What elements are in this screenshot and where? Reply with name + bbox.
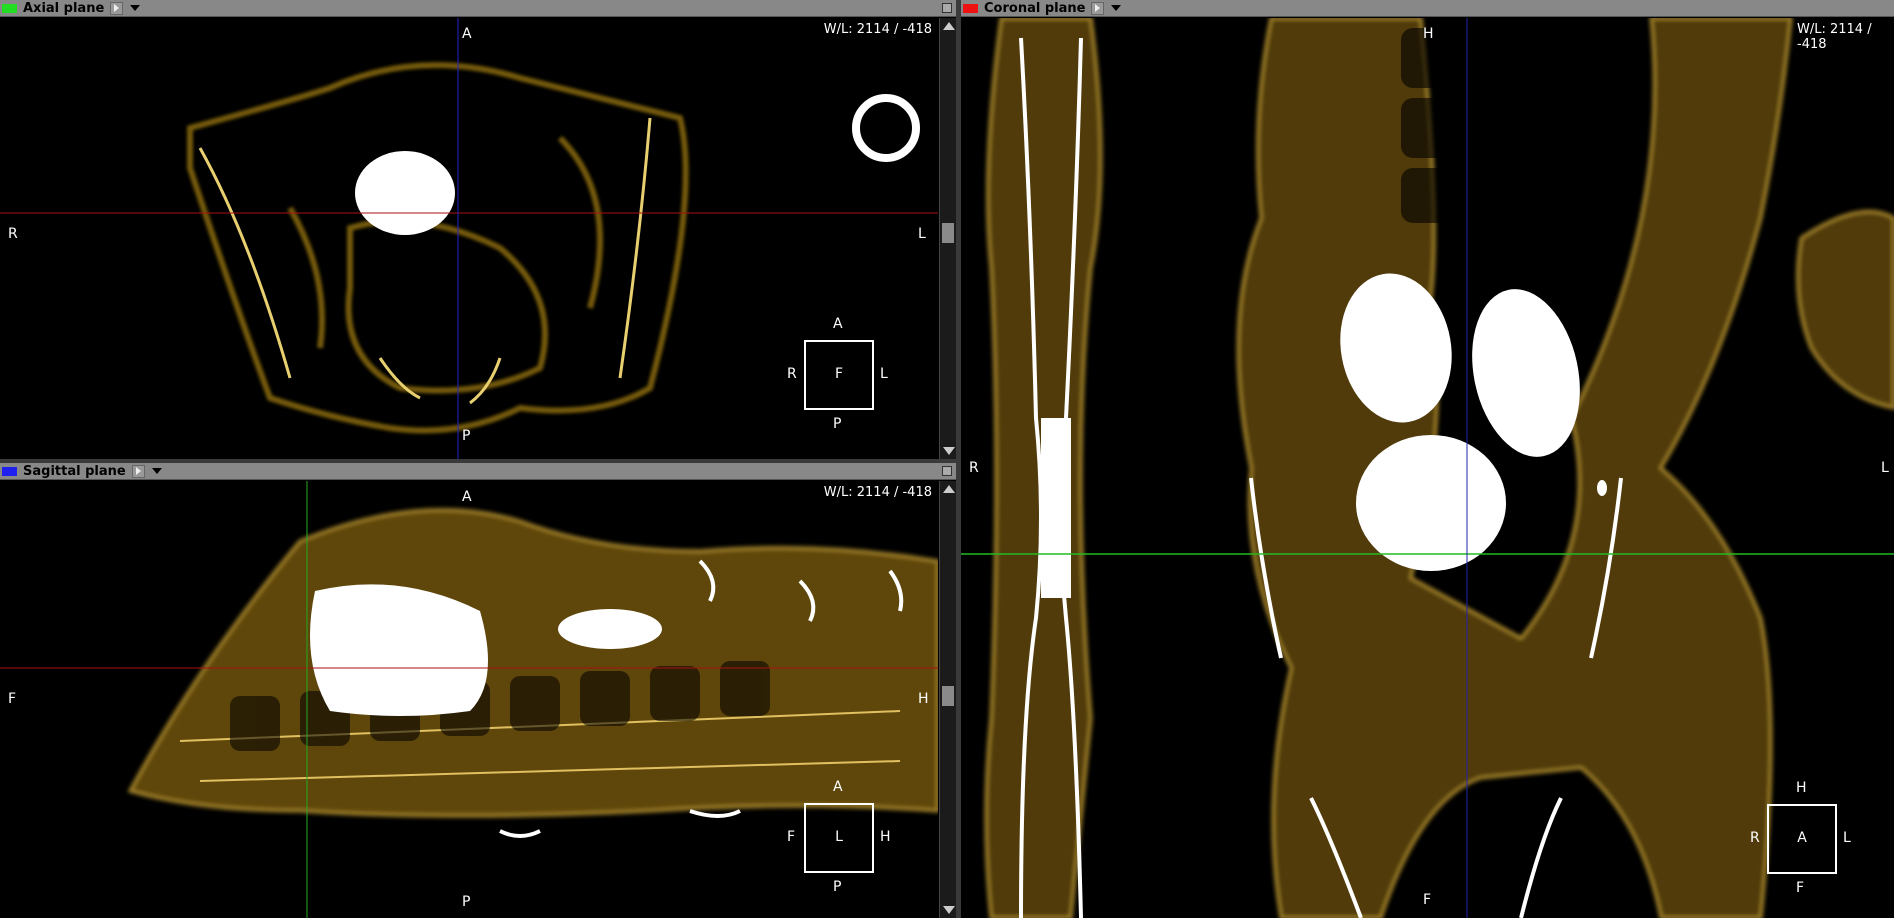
- scroll-down-icon[interactable]: [943, 447, 955, 455]
- sagittal-orientation-cube: L: [804, 803, 874, 873]
- scroll-down-icon[interactable]: [943, 906, 955, 914]
- coronal-ct-image: [961, 18, 1894, 918]
- axial-title: Axial plane: [23, 0, 105, 16]
- orient-top: A: [833, 779, 843, 795]
- coronal-title: Coronal plane: [984, 0, 1086, 16]
- sagittal-ct-image: [0, 481, 938, 918]
- axial-image-canvas[interactable]: A P R L W/L: 2114 / -418 F A P R L: [0, 18, 956, 459]
- sagittal-view[interactable]: Sagittal plane A P F H W/L: 2114 / -418 …: [0, 463, 956, 918]
- coronal-view[interactable]: Coronal plane H F R L W/L: 2114 / -418 A…: [961, 0, 1894, 918]
- orient-bottom: P: [833, 416, 842, 432]
- coronal-image-canvas[interactable]: H F R L W/L: 2114 / -418 A H F R L: [961, 18, 1894, 918]
- sagittal-color-swatch: [2, 466, 17, 476]
- coronal-label-bottom: F: [1423, 892, 1432, 908]
- sagittal-maximize-button[interactable]: [942, 466, 952, 476]
- orient-right: H: [880, 829, 891, 845]
- orient-top: H: [1796, 780, 1807, 796]
- sagittal-label-right: H: [918, 691, 929, 707]
- axial-orientation-cube: F: [804, 340, 874, 410]
- scroll-thumb[interactable]: [942, 223, 954, 243]
- axial-label-bottom: P: [462, 428, 471, 444]
- orient-center: F: [834, 366, 844, 382]
- coronal-label-left: R: [969, 460, 979, 476]
- orient-center: A: [1797, 830, 1807, 846]
- play-icon: [1095, 4, 1101, 12]
- sagittal-image-canvas[interactable]: A P F H W/L: 2114 / -418 L A P F H: [0, 481, 956, 918]
- coronal-play-button[interactable]: [1091, 1, 1105, 15]
- orient-bottom: F: [1796, 880, 1805, 896]
- axial-play-button[interactable]: [110, 1, 124, 15]
- axial-label-left: R: [8, 226, 18, 242]
- play-icon: [114, 4, 120, 12]
- axial-scrollbar[interactable]: [939, 18, 956, 459]
- axial-titlebar: Axial plane: [0, 0, 956, 17]
- orient-bottom: P: [833, 879, 842, 895]
- coronal-label-top: H: [1423, 26, 1434, 42]
- sagittal-label-top: A: [462, 489, 472, 505]
- axial-label-right: L: [918, 226, 926, 242]
- play-icon: [135, 467, 141, 475]
- sagittal-scrollbar[interactable]: [939, 481, 956, 918]
- axial-view[interactable]: Axial plane A P R L W/L: 2114 / -418 F A…: [0, 0, 956, 459]
- coronal-dropdown-icon[interactable]: [1111, 5, 1122, 11]
- coronal-titlebar: Coronal plane: [961, 0, 1894, 17]
- axial-ct-image: [0, 18, 938, 459]
- coronal-orientation-cube: A: [1767, 804, 1837, 874]
- sagittal-dropdown-icon[interactable]: [151, 468, 162, 474]
- sagittal-window-level: W/L: 2114 / -418: [823, 485, 932, 500]
- coronal-window-level: W/L: 2114 / -418: [1797, 22, 1872, 52]
- axial-label-top: A: [462, 26, 472, 42]
- orient-top: A: [833, 316, 843, 332]
- coronal-color-swatch: [963, 3, 978, 13]
- sagittal-title: Sagittal plane: [23, 463, 126, 479]
- sagittal-play-button[interactable]: [131, 464, 145, 478]
- orient-right: L: [1843, 830, 1851, 846]
- orient-left: F: [787, 829, 796, 845]
- axial-maximize-button[interactable]: [942, 3, 952, 13]
- sagittal-titlebar: Sagittal plane: [0, 463, 956, 480]
- scroll-up-icon[interactable]: [943, 22, 955, 30]
- orient-left: R: [787, 366, 797, 382]
- orient-center: L: [835, 829, 843, 845]
- orient-right: L: [880, 366, 888, 382]
- axial-color-swatch: [2, 3, 17, 13]
- coronal-label-right: L: [1881, 460, 1889, 476]
- orient-left: R: [1750, 830, 1760, 846]
- scroll-thumb[interactable]: [942, 686, 954, 706]
- axial-dropdown-icon[interactable]: [130, 5, 141, 11]
- scroll-up-icon[interactable]: [943, 485, 955, 493]
- axial-window-level: W/L: 2114 / -418: [823, 22, 932, 37]
- sagittal-label-left: F: [8, 691, 17, 707]
- sagittal-label-bottom: P: [462, 894, 471, 910]
